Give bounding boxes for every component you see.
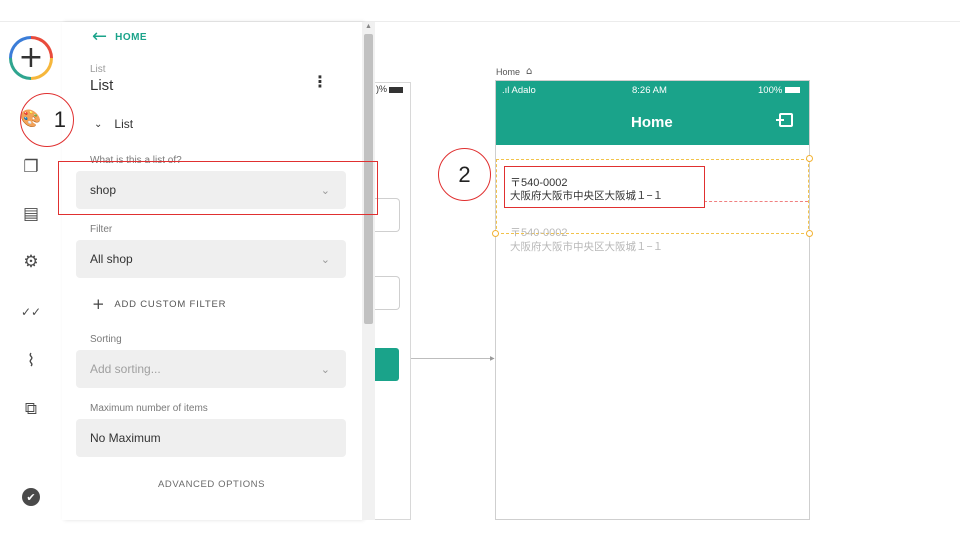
chevron-down-icon: ⌄: [320, 252, 330, 266]
status-battery: 100%: [758, 85, 801, 96]
link-arrow-icon: ▶: [490, 356, 495, 362]
chevron-down-icon: ⌄: [320, 362, 330, 376]
section-label: List: [114, 117, 134, 131]
mid-status-battery: )%: [376, 84, 403, 94]
annotation-marker-1: 1: [20, 93, 74, 147]
resize-handle-top-right[interactable]: [806, 155, 813, 162]
plus-icon: +: [12, 39, 50, 77]
settings-icon[interactable]: ⚙: [20, 251, 42, 273]
home-screen[interactable]: [495, 80, 810, 520]
battery-icon: [785, 87, 801, 94]
mid-button[interactable]: [375, 348, 399, 381]
sorting-placeholder: Add sorting...: [90, 362, 161, 376]
plus-icon: +: [92, 295, 106, 313]
screen-title: Home: [631, 114, 673, 131]
list-item-title: 〒540-0002: [510, 227, 568, 239]
mid-input-1[interactable]: [375, 198, 400, 232]
back-label: HOME: [115, 31, 148, 43]
status-battery-percent: 100%: [758, 85, 783, 96]
screen-link-line: [411, 358, 494, 359]
filter-label: Filter: [90, 224, 113, 235]
filter-select[interactable]: All shop ⌄: [76, 240, 346, 278]
resize-handle-bottom-left[interactable]: [492, 230, 499, 237]
panel-scrollbar[interactable]: ▲: [362, 22, 375, 520]
filter-value: All shop: [90, 252, 133, 266]
spacing-guide: [704, 201, 808, 202]
publish-icon[interactable]: ⧉: [20, 398, 42, 420]
screen-label-text: Home: [496, 66, 521, 77]
resize-handle-bottom-right[interactable]: [806, 230, 813, 237]
exit-icon[interactable]: [776, 113, 793, 127]
annotation-marker-2: 2: [438, 148, 491, 201]
add-filter-label: ADD CUSTOM FILTER: [114, 298, 227, 310]
battery-icon: [389, 86, 403, 93]
sorting-label: Sorting: [90, 334, 122, 345]
status-carrier: .ıl Adalo: [502, 85, 536, 96]
list-item-subtitle: 大阪府大阪市中央区大阪城１−１: [510, 241, 664, 253]
add-component-button[interactable]: +: [9, 36, 53, 80]
max-items-label: Maximum number of items: [90, 403, 208, 414]
more-options-icon[interactable]: ⋮: [312, 72, 328, 92]
max-items-input[interactable]: No Maximum: [76, 419, 346, 457]
max-items-value: No Maximum: [90, 431, 161, 445]
annotation-box-1: [58, 161, 378, 215]
mid-status-percent: )%: [376, 84, 387, 94]
advanced-options-button[interactable]: ADVANCED OPTIONS: [158, 479, 265, 490]
database-icon[interactable]: ▤: [20, 203, 42, 225]
status-time: 8:26 AM: [632, 85, 667, 96]
chevron-down-icon: ⌄: [94, 118, 103, 130]
annotation-box-2: [504, 166, 705, 208]
mid-input-2[interactable]: [375, 276, 400, 310]
screens-icon[interactable]: ❐: [20, 156, 42, 178]
checkmarks-icon[interactable]: ✓✓: [20, 301, 42, 323]
component-type-label: List: [90, 64, 106, 75]
verified-icon[interactable]: ✔: [22, 488, 40, 506]
arrow-left-icon: ←: [92, 26, 108, 47]
sorting-select[interactable]: Add sorting... ⌄: [76, 350, 346, 388]
back-home-link[interactable]: ← HOME: [92, 28, 147, 46]
screen-label[interactable]: Home ⌂: [496, 66, 532, 77]
list-section-toggle[interactable]: ⌄ List: [94, 117, 133, 131]
scroll-up-icon[interactable]: ▲: [365, 23, 372, 30]
analytics-icon[interactable]: ⌇: [20, 350, 42, 372]
component-name[interactable]: List: [90, 77, 113, 94]
add-custom-filter-button[interactable]: + ADD CUSTOM FILTER: [92, 295, 226, 313]
home-icon: ⌂: [526, 66, 533, 77]
